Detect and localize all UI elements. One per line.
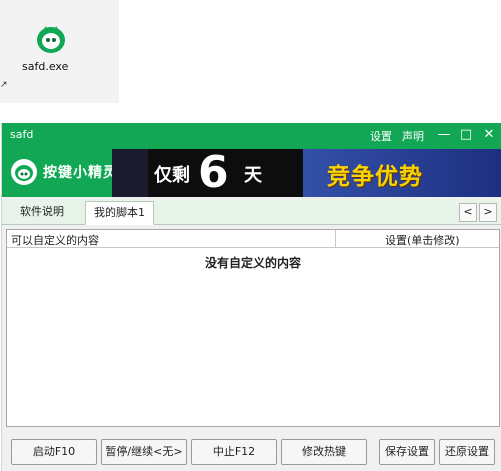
settings-table: 可以自定义的内容 设置(单击修改) 没有自定义的内容 <box>6 229 500 427</box>
ad-code-strip <box>112 149 148 197</box>
mascot-icon <box>11 159 37 185</box>
statement-link[interactable]: 声明 <box>402 128 424 144</box>
ad-banner[interactable]: 仅剩 6 天 竞争优势 <box>112 149 501 197</box>
window-title: safd <box>10 128 34 141</box>
tab-my-script[interactable]: 我的脚本1 <box>85 201 154 225</box>
ad-countdown: 仅剩 6 天 <box>148 149 303 197</box>
ad-slogan-panel: 竞争优势 <box>303 149 501 197</box>
pause-resume-button[interactable]: 暂停/继续<无> <box>101 439 187 465</box>
ad-text-left: 仅剩 <box>154 165 190 186</box>
desktop-area: safd.exe ↗ <box>0 0 119 103</box>
minimize-button[interactable]: — <box>435 125 453 145</box>
ad-text-right: 天 <box>244 165 262 186</box>
column-divider <box>335 230 336 247</box>
table-header: 可以自定义的内容 设置(单击修改) <box>7 230 499 248</box>
settings-link[interactable]: 设置 <box>370 128 392 144</box>
column-header-content[interactable]: 可以自定义的内容 <box>11 232 99 248</box>
empty-message: 没有自定义的内容 <box>204 256 301 270</box>
tab-bar: 软件说明 我的脚本1 < > <box>2 199 501 225</box>
brand-name: 按键小精灵 <box>43 165 118 181</box>
stop-button[interactable]: 中止F12 <box>191 439 277 465</box>
close-button[interactable]: ✕ <box>480 125 498 145</box>
column-header-setting[interactable]: 设置(单击修改) <box>385 232 460 248</box>
tab-prev-button[interactable]: < <box>459 203 477 222</box>
tab-next-button[interactable]: > <box>479 203 497 222</box>
banner: 按键小精灵 仅剩 6 天 竞争优势 <box>2 147 501 197</box>
change-hotkey-button[interactable]: 修改热键 <box>281 439 367 465</box>
shortcut-arrow-icon: ↗ <box>0 80 8 90</box>
button-bar: 启动F10 暂停/继续<无> 中止F12 修改热键 保存设置 还原设置 <box>2 439 501 465</box>
file-name-label[interactable]: safd.exe <box>22 60 102 73</box>
maximize-button[interactable]: □ <box>457 125 475 145</box>
ad-big-number: 6 <box>198 149 229 197</box>
tab-software-info[interactable]: 软件说明 <box>12 201 72 223</box>
restore-settings-button[interactable]: 还原设置 <box>439 439 495 465</box>
ad-slogan: 竞争优势 <box>327 164 423 190</box>
start-button[interactable]: 启动F10 <box>11 439 97 465</box>
title-bar: safd 设置 声明 — □ ✕ <box>2 123 501 147</box>
app-window: safd 设置 声明 — □ ✕ 按键小精灵 仅剩 6 天 竞争优势 软件说明 … <box>1 123 501 471</box>
app-file-icon[interactable] <box>34 22 68 56</box>
brand-logo: 按键小精灵 <box>10 156 118 188</box>
save-settings-button[interactable]: 保存设置 <box>379 439 435 465</box>
